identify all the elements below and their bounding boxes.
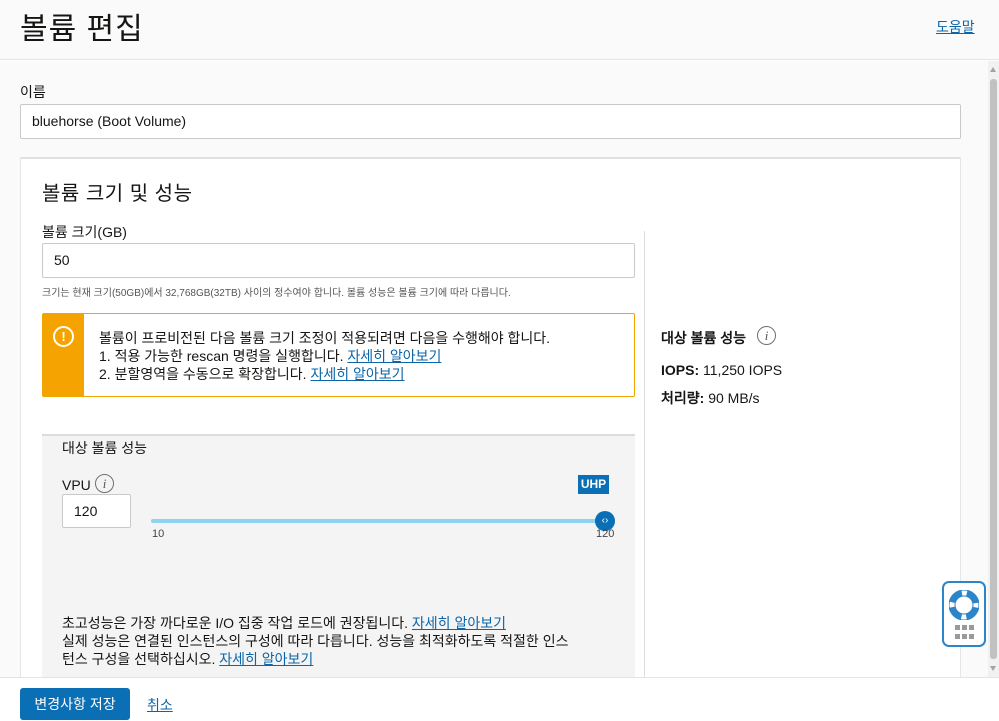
panel-title: 볼륨 크기 및 성능 <box>42 183 193 205</box>
resize-warning-box: ! 볼륨이 프로비전된 다음 볼륨 크기 조정이 적용되려면 다음을 수행해야 … <box>42 313 635 397</box>
scroll-up-arrow-icon[interactable] <box>988 65 999 73</box>
page-header: 볼륨 편집 도움말 <box>0 0 999 60</box>
name-label: 이름 <box>20 84 46 100</box>
note-line-1: 초고성능은 가장 까다로운 I/O 집중 작업 로드에 권장됩니다. 자세히 알… <box>62 615 506 631</box>
note-line-3: 턴스 구성을 선택하십시오. 자세히 알아보기 <box>62 651 314 667</box>
column-divider <box>644 231 645 677</box>
form-content: 이름 bluehorse (Boot Volume) 볼륨 크기 및 성능 볼륨… <box>0 61 988 677</box>
uhp-badge: UHP <box>578 475 609 494</box>
grid-dots-icon <box>955 625 975 639</box>
help-link[interactable]: 도움말 <box>936 17 975 37</box>
info-icon[interactable]: i <box>95 474 114 493</box>
help-widget-button[interactable] <box>942 581 986 647</box>
name-input[interactable]: bluehorse (Boot Volume) <box>20 104 961 139</box>
cancel-link[interactable]: 취소 <box>147 695 173 715</box>
warning-text: 볼륨이 프로비전된 다음 볼륨 크기 조정이 적용되려면 다음을 수행해야 합니… <box>99 329 550 383</box>
slider-min-label: 10 <box>152 528 165 540</box>
performance-note: 초고성능은 가장 까다로운 I/O 집중 작업 로드에 권장됩니다. 자세히 알… <box>62 614 568 668</box>
vpu-label: VPU <box>62 477 91 493</box>
warning-line-1: 볼륨이 프로비전된 다음 볼륨 크기 조정이 적용되려면 다음을 수행해야 합니… <box>99 330 551 346</box>
rescan-learn-more-link[interactable]: 자세히 알아보기 <box>347 348 441 364</box>
vertical-scrollbar[interactable] <box>988 61 999 677</box>
lifebuoy-icon <box>949 590 979 620</box>
instance-learn-more-link[interactable]: 자세히 알아보기 <box>219 651 313 667</box>
vpu-input[interactable]: 120 <box>62 494 131 528</box>
partition-learn-more-link[interactable]: 자세히 알아보기 <box>310 366 404 382</box>
footer-bar: 변경사항 저장 취소 <box>0 677 999 721</box>
uhp-learn-more-link[interactable]: 자세히 알아보기 <box>412 615 506 631</box>
warning-bar: ! <box>43 314 84 396</box>
page-title: 볼륨 편집 <box>20 13 144 46</box>
iops-readout: IOPS: 11,250 IOPS <box>661 362 783 378</box>
slider-max-label: 120 <box>596 528 615 540</box>
volume-size-label: 볼륨 크기(GB) <box>42 224 127 240</box>
throughput-readout: 처리량: 90 MB/s <box>661 390 760 406</box>
scroll-down-arrow-icon[interactable] <box>988 665 999 673</box>
vpu-slider-track[interactable] <box>151 519 605 523</box>
performance-title: 대상 볼륨 성능 <box>62 440 148 456</box>
info-icon[interactable]: i <box>757 326 776 345</box>
warning-line-2: 1. 적용 가능한 rescan 명령을 실행합니다. 자세히 알아보기 <box>99 348 442 364</box>
target-performance-title: 대상 볼륨 성능 <box>661 330 747 346</box>
scrollbar-thumb[interactable] <box>990 79 997 659</box>
volume-size-performance-panel: 볼륨 크기 및 성능 볼륨 크기(GB) 50 크기는 현재 크기(50GB)에… <box>20 157 961 677</box>
note-line-2: 실제 성능은 연결된 인스턴스의 구성에 따라 다릅니다. 성능을 최적화하도록… <box>62 633 569 649</box>
save-changes-button[interactable]: 변경사항 저장 <box>20 688 130 720</box>
volume-size-input[interactable]: 50 <box>42 243 635 278</box>
warning-line-3: 2. 분할영역을 수동으로 확장합니다. 자세히 알아보기 <box>99 366 405 382</box>
target-performance-box: 대상 볼륨 성능 VPU i 120 UHP ‹› 10 120 초고성능은 가… <box>42 434 635 677</box>
volume-size-hint: 크기는 현재 크기(50GB)에서 32,768GB(32TB) 사이의 정수여… <box>42 288 511 299</box>
exclamation-icon: ! <box>53 326 74 347</box>
